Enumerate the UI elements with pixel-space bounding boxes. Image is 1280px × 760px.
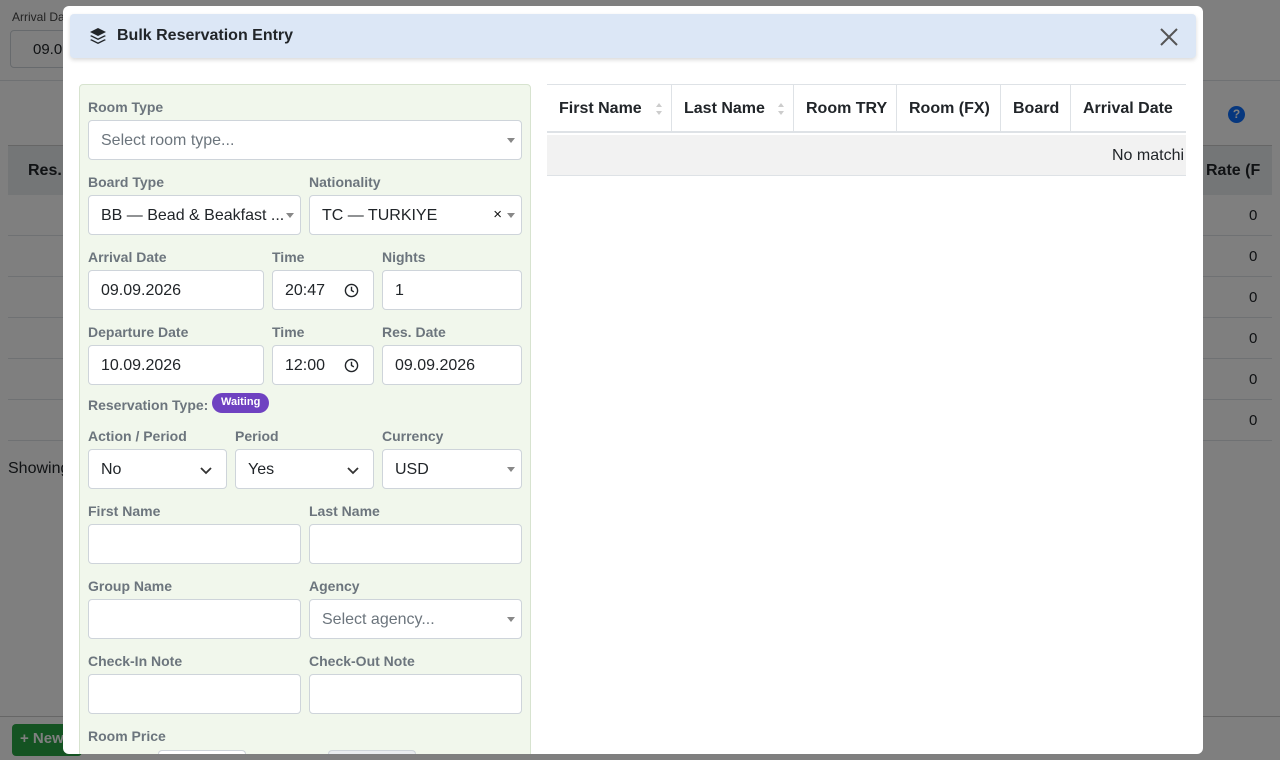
period-value: Yes (248, 461, 275, 478)
nationality-select[interactable]: TC — TURKIYE × (309, 195, 522, 235)
first-name-label: First Name (88, 503, 161, 519)
grid-empty-row: No matchi (547, 135, 1186, 176)
period-label: Period (235, 428, 279, 444)
col-first-name-label: First Name (559, 100, 642, 117)
bulk-reservation-modal: Bulk Reservation Entry Room Type Select … (63, 6, 1203, 754)
caret-down-icon (507, 138, 515, 143)
checkout-note-label: Check-Out Note (309, 653, 415, 669)
col-room-fx[interactable]: Room (FX) (897, 85, 1001, 133)
col-room-try-label: Room TRY (806, 100, 888, 117)
checkin-note-input[interactable] (88, 674, 301, 714)
sort-icon (656, 103, 662, 115)
clear-icon[interactable]: × (493, 206, 502, 223)
arrival-time-label: Time (272, 249, 305, 265)
chevron-down-icon (347, 467, 359, 475)
room-price-fx-input[interactable] (328, 750, 416, 754)
col-last-name[interactable]: Last Name (672, 85, 794, 133)
board-type-label: Board Type (88, 174, 164, 190)
modal-title: Bulk Reservation Entry (117, 27, 294, 44)
board-type-select[interactable]: BB — Bead & Beakfast ... (88, 195, 301, 235)
caret-down-icon (507, 467, 515, 472)
room-price-label: Room Price (88, 728, 166, 744)
action-period-value: No (101, 461, 122, 478)
arrival-time-input[interactable]: 20:47 (272, 270, 374, 310)
agency-select[interactable]: Select agency... (309, 599, 522, 639)
caret-down-icon (507, 617, 515, 622)
room-type-placeholder: Select room type... (101, 132, 235, 149)
agency-placeholder: Select agency... (322, 611, 435, 628)
res-date-input[interactable]: 09.09.2026 (382, 345, 522, 385)
close-icon[interactable] (1158, 26, 1180, 48)
reservation-type-label: Reservation Type: (88, 397, 209, 413)
action-period-select[interactable]: No (88, 449, 227, 489)
room-type-label: Room Type (88, 99, 164, 115)
col-arrival-date[interactable]: Arrival Date (1071, 85, 1186, 133)
checkin-note-label: Check-In Note (88, 653, 183, 669)
layers-icon (90, 28, 106, 44)
agency-label: Agency (309, 578, 360, 594)
col-board[interactable]: Board (1001, 85, 1071, 133)
nights-label: Nights (382, 249, 426, 265)
reservation-form: Room Type Select room type... Board Type… (79, 84, 531, 754)
period-select[interactable]: Yes (235, 449, 374, 489)
caret-down-icon (286, 213, 294, 218)
chevron-down-icon (200, 467, 212, 475)
action-period-label: Action / Period (88, 428, 187, 444)
departure-time-input[interactable]: 12:00 (272, 345, 374, 385)
col-room-fx-label: Room (FX) (909, 100, 990, 117)
clock-icon[interactable] (344, 283, 359, 298)
arrival-date-label: Arrival Date (88, 249, 167, 265)
col-room-try[interactable]: Room TRY (794, 85, 897, 133)
departure-time-value: 12:00 (285, 357, 326, 374)
col-last-name-label: Last Name (684, 100, 765, 117)
reservation-grid: First Name Last Name Room TRY Room (FX) … (547, 84, 1186, 176)
reservation-type-badge: Waiting (212, 393, 270, 413)
caret-down-icon (507, 213, 515, 218)
first-name-input[interactable] (88, 524, 301, 564)
last-name-label: Last Name (309, 503, 380, 519)
arrival-time-value: 20:47 (285, 282, 326, 299)
col-first-name[interactable]: First Name (547, 85, 672, 133)
nationality-value: TC — TURKIYE (322, 207, 438, 224)
room-type-select[interactable]: Select room type... (88, 120, 522, 160)
last-name-input[interactable] (309, 524, 522, 564)
col-board-label: Board (1013, 100, 1060, 117)
group-name-input[interactable] (88, 599, 301, 639)
departure-time-label: Time (272, 324, 305, 340)
nights-input[interactable]: 1 (382, 270, 522, 310)
clock-icon[interactable] (344, 358, 359, 373)
room-price-input[interactable] (158, 750, 246, 754)
col-arrival-date-label: Arrival Date (1083, 100, 1173, 117)
checkout-note-input[interactable] (309, 674, 522, 714)
grid-header: First Name Last Name Room TRY Room (FX) … (547, 85, 1186, 133)
modal-header: Bulk Reservation Entry (70, 14, 1196, 58)
departure-date-label: Departure Date (88, 324, 189, 340)
res-date-label: Res. Date (382, 324, 446, 340)
arrival-date-input[interactable]: 09.09.2026 (88, 270, 264, 310)
sort-icon (778, 103, 784, 115)
board-type-value: BB — Bead & Beakfast ... (101, 207, 285, 224)
group-name-label: Group Name (88, 578, 173, 594)
currency-label: Currency (382, 428, 444, 444)
currency-value: USD (395, 461, 429, 478)
departure-date-input[interactable]: 10.09.2026 (88, 345, 264, 385)
empty-message: No matchi (1112, 147, 1185, 164)
currency-select[interactable]: USD (382, 449, 522, 489)
nationality-label: Nationality (309, 174, 381, 190)
